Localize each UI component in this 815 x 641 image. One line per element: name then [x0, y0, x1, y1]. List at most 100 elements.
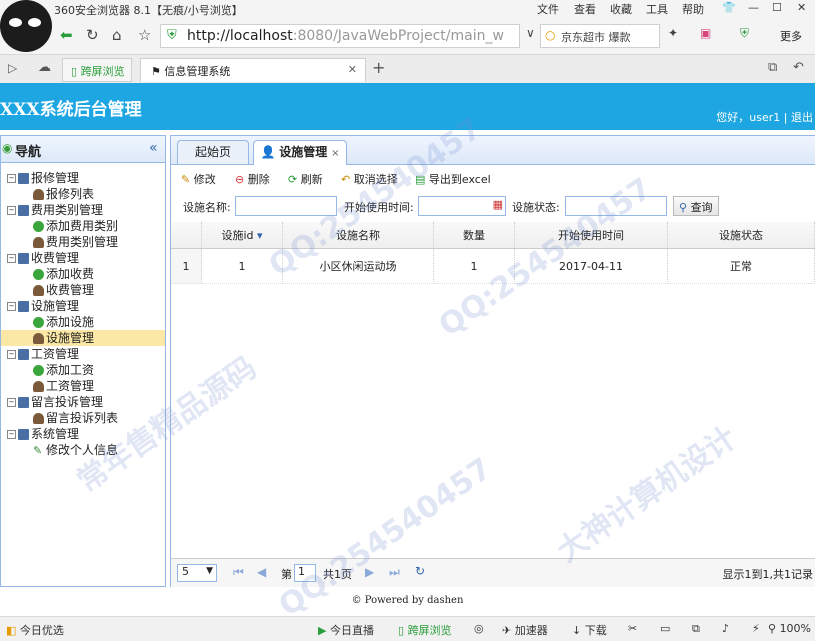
extension-icon[interactable]: ✦: [668, 26, 678, 40]
star-icon[interactable]: ☆: [138, 26, 151, 44]
query-button[interactable]: ⚲ 查询: [673, 196, 719, 216]
cloud-icon[interactable]: ☁: [38, 60, 51, 75]
tab-facility[interactable]: 👤 设施管理 ×: [253, 140, 347, 165]
tree-item[interactable]: 添加工资: [1, 362, 165, 378]
logout-link[interactable]: 退出: [791, 111, 813, 124]
shirt-icon[interactable]: 👕: [722, 1, 736, 14]
add-icon: [33, 317, 44, 328]
download[interactable]: ↓ 下载: [572, 622, 607, 638]
chevron-down-icon[interactable]: ∨: [526, 26, 535, 40]
browser-avatar[interactable]: [0, 0, 52, 52]
tree-group[interactable]: − 工资管理: [1, 346, 165, 362]
menu-file[interactable]: 文件: [537, 1, 559, 17]
tab-facility-close-icon[interactable]: ×: [331, 148, 339, 159]
next-page-icon[interactable]: ▶: [365, 565, 374, 579]
column-header-status[interactable]: 设施状态: [667, 222, 815, 249]
edit-button[interactable]: ✎ 修改: [181, 171, 216, 187]
column-header-qty[interactable]: 数量: [433, 222, 515, 249]
tab-cross-screen[interactable]: ▯ 跨屏浏览: [62, 58, 132, 82]
address-bar[interactable]: ⛨ http://localhost:8080/JavaWebProject/m…: [160, 24, 520, 48]
tab-info-system[interactable]: ⚑ 信息管理系统 ✕: [140, 58, 366, 82]
tree-group[interactable]: − 留言投诉管理: [1, 394, 165, 410]
tree-item[interactable]: ✎ 修改个人信息: [1, 442, 165, 458]
close-icon[interactable]: ✕: [797, 1, 806, 14]
tree-item[interactable]: 添加费用类别: [1, 218, 165, 234]
menu-tools[interactable]: 工具: [646, 1, 668, 17]
column-header-id[interactable]: 设施id ▾: [201, 222, 283, 249]
table-row[interactable]: 1 1 小区休闲运动场 1 2017-04-11 正常: [171, 248, 815, 284]
menu-help[interactable]: 帮助: [682, 1, 704, 17]
tree-group[interactable]: − 费用类别管理: [1, 202, 165, 218]
deselect-button[interactable]: ↶ 取消选择: [341, 171, 398, 187]
tree-group[interactable]: − 收费管理: [1, 250, 165, 266]
tree-item[interactable]: 费用类别管理: [1, 234, 165, 250]
search-icon: ⚲: [679, 201, 688, 214]
collapse-toggle-icon[interactable]: −: [7, 302, 16, 311]
calendar-icon[interactable]: ▦: [493, 198, 503, 211]
sound-icon[interactable]: ♪: [722, 622, 729, 635]
last-page-icon[interactable]: ⏭: [389, 565, 400, 580]
window-icon[interactable]: ▭: [660, 622, 670, 635]
tree-item[interactable]: 工资管理: [1, 378, 165, 394]
collapse-toggle-icon[interactable]: −: [7, 254, 16, 263]
page-size-select[interactable]: 5 ▼: [177, 564, 217, 582]
sidebar-toggle-icon[interactable]: ▷: [8, 61, 17, 75]
page-number-input[interactable]: 1: [294, 564, 316, 582]
safe-icon[interactable]: ⛨: [740, 26, 749, 41]
first-page-icon[interactable]: ⏮: [233, 565, 244, 580]
menu-favorites[interactable]: 收藏: [610, 1, 632, 17]
tree-item[interactable]: 留言投诉列表: [1, 410, 165, 426]
facility-name-input[interactable]: [235, 196, 337, 216]
tree-item-label: 修改个人信息: [46, 443, 119, 457]
tree-item[interactable]: 报修列表: [1, 186, 165, 202]
export-excel-button[interactable]: ▤ 导出到excel: [415, 171, 491, 187]
collapse-toggle-icon[interactable]: −: [7, 174, 16, 183]
delete-button[interactable]: ⊖ 删除: [235, 171, 270, 187]
zoom-control[interactable]: ⚲ 100%: [768, 622, 811, 635]
screenshot-icon[interactable]: ✂: [628, 622, 637, 635]
tree-item[interactable]: 设施管理: [1, 330, 165, 346]
column-header-date[interactable]: 开始使用时间: [514, 222, 668, 249]
start-date-input[interactable]: ▦: [418, 196, 506, 216]
undo-icon[interactable]: ↶: [793, 60, 804, 75]
collapse-toggle-icon[interactable]: −: [7, 206, 16, 215]
cross-screen[interactable]: ▯ 跨屏浏览: [398, 622, 452, 638]
tab-close-icon[interactable]: ✕: [348, 63, 357, 76]
tree-item[interactable]: 收费管理: [1, 282, 165, 298]
tree-item[interactable]: 添加收费: [1, 266, 165, 282]
column-header-name[interactable]: 设施名称: [282, 222, 434, 249]
tab-home[interactable]: 起始页: [177, 140, 249, 164]
facility-status-input[interactable]: [565, 196, 667, 216]
copy-icon[interactable]: ⧉: [692, 622, 700, 636]
search-box[interactable]: ○ 京东超市 爆款: [540, 24, 660, 48]
network-icon[interactable]: ◎: [474, 622, 484, 635]
new-tab-button[interactable]: +: [372, 58, 385, 77]
collapse-toggle-icon[interactable]: −: [7, 350, 16, 359]
prev-page-icon[interactable]: ◀: [257, 565, 266, 579]
home-icon[interactable]: ⌂: [112, 26, 122, 44]
ad-block-icon[interactable]: ▣: [700, 26, 711, 40]
maximize-icon[interactable]: ☐: [772, 1, 782, 14]
accelerator[interactable]: ✈ 加速器: [502, 622, 548, 638]
reload-icon[interactable]: ↻: [86, 26, 99, 44]
more-button[interactable]: 更多: [780, 28, 802, 44]
tree-group[interactable]: − 系统管理: [1, 426, 165, 442]
tree-group[interactable]: − 报修管理: [1, 170, 165, 186]
today-live[interactable]: ▶ 今日直播: [318, 622, 374, 638]
restore-tab-icon[interactable]: ⧉: [768, 60, 777, 75]
tree-item[interactable]: 添加设施: [1, 314, 165, 330]
menu-view[interactable]: 查看: [574, 1, 596, 17]
user-icon: [33, 189, 44, 200]
browser-status-bar: ◧ 今日优选 ▶ 今日直播 ▯ 跨屏浏览 ◎ ✈ 加速器 ↓ 下载 ✂ ▭ ⧉ …: [0, 616, 815, 641]
collapse-toggle-icon[interactable]: −: [7, 398, 16, 407]
folder-icon: [18, 429, 29, 440]
reload-page-icon[interactable]: ↻: [415, 564, 425, 578]
tree-group[interactable]: − 设施管理: [1, 298, 165, 314]
collapse-toggle-icon[interactable]: −: [7, 430, 16, 439]
today-picks[interactable]: ◧ 今日优选: [6, 622, 64, 638]
refresh-button[interactable]: ⟳ 刷新: [288, 171, 323, 187]
speed-icon[interactable]: ⚡: [752, 622, 760, 635]
collapse-button[interactable]: «: [149, 140, 158, 156]
minimize-icon[interactable]: —: [748, 1, 759, 14]
back-icon[interactable]: ⬅: [60, 26, 73, 44]
